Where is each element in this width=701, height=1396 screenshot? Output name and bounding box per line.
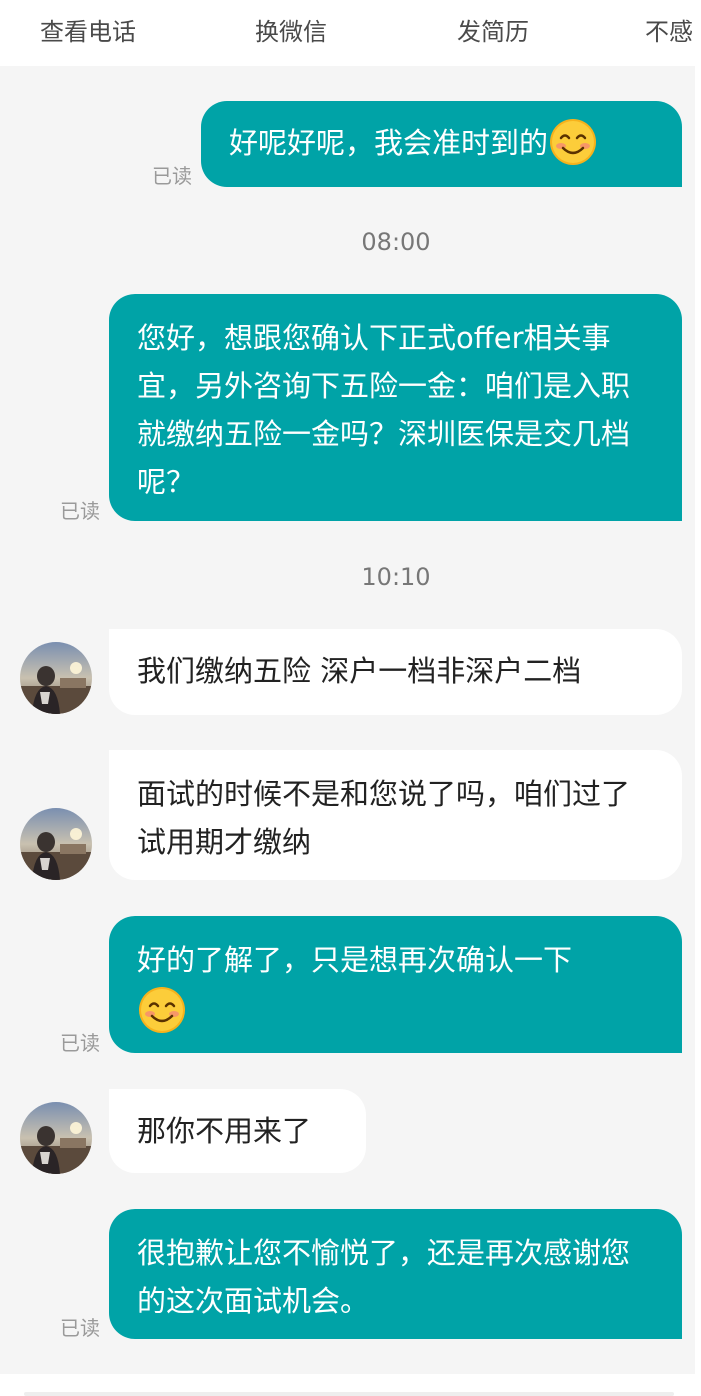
- top-action-bar: 查看电话 换微信 发简历 不感: [0, 0, 701, 66]
- smiling-face-icon: [139, 987, 185, 1033]
- message-text: 您好，想跟您确认下正式offer相关事宜，另外咨询下五险一金：咱们是入职就缴纳五…: [137, 321, 631, 499]
- send-resume-button[interactable]: 发简历: [457, 12, 529, 47]
- exchange-wechat-button[interactable]: 换微信: [255, 12, 327, 47]
- not-interested-button[interactable]: 不感: [645, 12, 693, 47]
- message-bubble-sent[interactable]: 好呢好呢，我会准时到的: [201, 101, 682, 187]
- view-phone-button[interactable]: 查看电话: [40, 12, 136, 47]
- message-bubble-sent[interactable]: 您好，想跟您确认下正式offer相关事宜，另外咨询下五险一金：咱们是入职就缴纳五…: [109, 294, 682, 521]
- read-receipt: 已读: [60, 1031, 100, 1055]
- message-bubble-sent[interactable]: 好的了解了，只是想再次确认一下: [109, 916, 682, 1053]
- divider: [24, 1392, 674, 1396]
- message-text: 面试的时候不是和您说了吗，咱们过了试用期才缴纳: [137, 777, 631, 859]
- message-bubble-received[interactable]: 那你不用来了: [109, 1089, 366, 1173]
- read-receipt: 已读: [60, 1316, 100, 1340]
- input-area-edge: [0, 1374, 701, 1396]
- message-text: 好的了解了，只是想再次确认一下: [137, 943, 573, 977]
- right-edge: [695, 66, 701, 1396]
- smiling-face-icon: [550, 119, 597, 165]
- timestamp: 08:00: [361, 228, 431, 256]
- message-bubble-received[interactable]: 面试的时候不是和您说了吗，咱们过了试用期才缴纳: [109, 750, 682, 880]
- message-text: 那你不用来了: [137, 1114, 312, 1148]
- read-receipt: 已读: [60, 499, 100, 523]
- message-text: 我们缴纳五险 深户一档非深户二档: [137, 654, 582, 688]
- recruiter-avatar[interactable]: [20, 808, 92, 880]
- read-receipt: 已读: [152, 164, 192, 188]
- message-bubble-received[interactable]: 我们缴纳五险 深户一档非深户二档: [109, 629, 682, 715]
- timestamp: 10:10: [361, 563, 431, 591]
- message-text: 很抱歉让您不愉悦了，还是再次感谢您的这次面试机会。: [137, 1236, 631, 1318]
- message-text: 好呢好呢，我会准时到的: [229, 126, 549, 160]
- recruiter-avatar[interactable]: [20, 642, 92, 714]
- recruiter-avatar[interactable]: [20, 1102, 92, 1174]
- message-bubble-sent[interactable]: 很抱歉让您不愉悦了，还是再次感谢您的这次面试机会。: [109, 1209, 682, 1339]
